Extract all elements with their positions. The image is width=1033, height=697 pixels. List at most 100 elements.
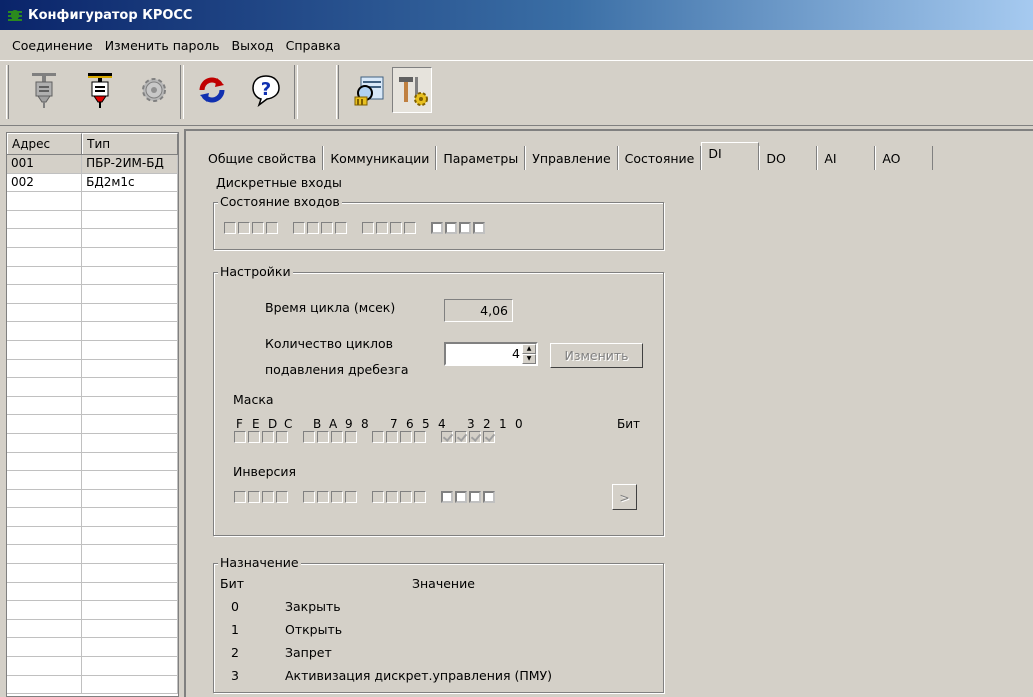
input-state-checkbox[interactable] (321, 222, 333, 234)
mask-bit-checkbox[interactable] (331, 431, 343, 443)
table-row[interactable] (7, 340, 178, 360)
connect-button[interactable] (24, 67, 64, 113)
table-row[interactable] (7, 489, 178, 509)
input-state-checkbox[interactable] (335, 222, 347, 234)
mask-bit-checkbox[interactable] (234, 431, 246, 443)
mask-bit-checkbox[interactable] (483, 431, 495, 443)
inversion-bit-checkbox[interactable] (331, 491, 343, 503)
table-row[interactable] (7, 303, 178, 323)
inversion-bit-checkbox[interactable] (386, 491, 398, 503)
inversion-bit-checkbox[interactable] (345, 491, 357, 503)
input-state-checkbox[interactable] (376, 222, 388, 234)
tab-control[interactable]: Управление (525, 146, 618, 170)
mask-bit-checkbox[interactable] (386, 431, 398, 443)
inversion-bit-checkbox[interactable] (469, 491, 481, 503)
disconnect-button[interactable] (80, 67, 120, 113)
search-device-button[interactable] (350, 67, 390, 113)
inversion-bit-checkbox[interactable] (248, 491, 260, 503)
input-state-checkbox[interactable] (404, 222, 416, 234)
mask-bit-checkbox[interactable] (317, 431, 329, 443)
inversion-bit-checkbox[interactable] (276, 491, 288, 503)
table-row[interactable] (7, 266, 178, 286)
inversion-bit-checkbox[interactable] (234, 491, 246, 503)
table-row[interactable] (7, 638, 178, 658)
table-row[interactable] (7, 564, 178, 583)
table-row[interactable] (7, 192, 178, 211)
menu-help[interactable]: Справка (280, 38, 347, 53)
table-row[interactable] (7, 508, 178, 527)
table-row[interactable] (7, 582, 178, 602)
inversion-bit-checkbox[interactable] (400, 491, 412, 503)
mask-bit-checkbox[interactable] (345, 431, 357, 443)
mask-bit-checkbox[interactable] (303, 431, 315, 443)
apply-arrow-button[interactable]: > (612, 484, 637, 510)
tab-general-properties[interactable]: Общие свойства (202, 146, 324, 170)
table-row[interactable] (7, 452, 178, 472)
settings-button[interactable] (134, 67, 174, 113)
table-row[interactable] (7, 433, 178, 453)
input-state-checkbox[interactable] (238, 222, 250, 234)
inversion-bit-checkbox[interactable] (303, 491, 315, 503)
inversion-bit-checkbox[interactable] (414, 491, 426, 503)
input-state-checkbox[interactable] (431, 222, 443, 234)
table-row[interactable] (7, 359, 178, 379)
configure-button[interactable] (392, 67, 432, 113)
table-row[interactable]: 001 ПБР-2ИМ-БД (7, 155, 178, 174)
table-row[interactable] (7, 378, 178, 397)
menu-change-password[interactable]: Изменить пароль (99, 38, 226, 53)
input-state-checkbox[interactable] (266, 222, 278, 234)
tab-di[interactable]: DI (701, 142, 760, 170)
tab-ao[interactable]: AO (875, 146, 934, 170)
input-state-checkbox[interactable] (252, 222, 264, 234)
table-row[interactable] (7, 247, 178, 267)
tab-communications[interactable]: Коммуникации (323, 146, 437, 170)
table-row[interactable] (7, 657, 178, 676)
inversion-bit-checkbox[interactable] (455, 491, 467, 503)
input-state-checkbox[interactable] (390, 222, 402, 234)
input-state-checkbox[interactable] (473, 222, 485, 234)
table-row[interactable]: 002 БД2м1с (7, 173, 178, 193)
table-row[interactable] (7, 229, 178, 248)
mask-bit-checkbox[interactable] (455, 431, 467, 443)
mask-bit-checkbox[interactable] (400, 431, 412, 443)
refresh-button[interactable] (192, 67, 232, 113)
menu-connection[interactable]: Соединение (6, 38, 99, 53)
tab-parameters[interactable]: Параметры (436, 146, 526, 170)
table-row[interactable] (7, 675, 178, 695)
mask-bit-checkbox[interactable] (441, 431, 453, 443)
table-row[interactable] (7, 210, 178, 230)
table-row[interactable] (7, 396, 178, 416)
inversion-bit-checkbox[interactable] (317, 491, 329, 503)
column-header-address[interactable]: Адрес (7, 133, 83, 154)
mask-bit-checkbox[interactable] (414, 431, 426, 443)
table-row[interactable] (7, 415, 178, 434)
tab-ai[interactable]: AI (817, 146, 876, 170)
table-row[interactable] (7, 601, 178, 620)
inversion-bit-checkbox[interactable] (441, 491, 453, 503)
table-row[interactable] (7, 619, 178, 639)
table-row[interactable] (7, 285, 178, 304)
inversion-bit-checkbox[interactable] (262, 491, 274, 503)
spin-up-icon[interactable]: ▲ (522, 344, 536, 354)
mask-bit-checkbox[interactable] (262, 431, 274, 443)
spin-down-icon[interactable]: ▼ (522, 354, 536, 364)
tab-state[interactable]: Состояние (617, 146, 702, 170)
table-row[interactable] (7, 322, 178, 341)
table-row[interactable] (7, 471, 178, 490)
inversion-bit-checkbox[interactable] (372, 491, 384, 503)
input-state-checkbox[interactable] (293, 222, 305, 234)
input-state-checkbox[interactable] (307, 222, 319, 234)
inversion-bit-checkbox[interactable] (483, 491, 495, 503)
mask-bit-checkbox[interactable] (469, 431, 481, 443)
help-button[interactable]: ? (246, 67, 286, 113)
mask-bit-checkbox[interactable] (372, 431, 384, 443)
menu-exit[interactable]: Выход (226, 38, 280, 53)
input-state-checkbox[interactable] (459, 222, 471, 234)
table-row[interactable] (7, 545, 178, 565)
tab-do[interactable]: DO (759, 146, 818, 170)
mask-bit-checkbox[interactable] (248, 431, 260, 443)
input-state-checkbox[interactable] (224, 222, 236, 234)
table-row[interactable] (7, 526, 178, 546)
mask-bit-checkbox[interactable] (276, 431, 288, 443)
input-state-checkbox[interactable] (445, 222, 457, 234)
